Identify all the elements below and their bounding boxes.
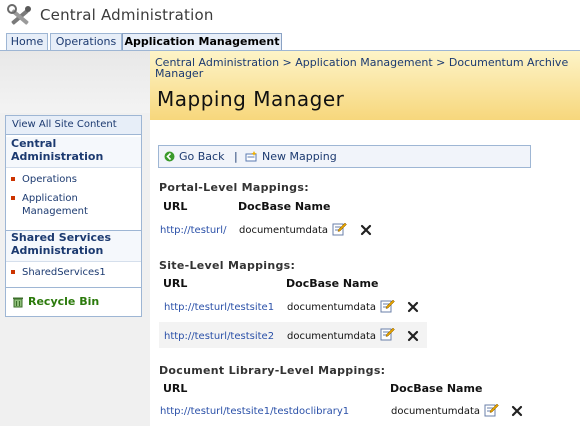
nav-heading-line: Shared Services: [11, 231, 112, 244]
delete-icon[interactable]: [407, 301, 419, 313]
recycle-bin-icon: [13, 297, 23, 308]
portal-col-url: URL: [163, 200, 188, 213]
portal-col-docbase: DocBase Name: [238, 200, 331, 213]
edit-icon[interactable]: [332, 222, 347, 236]
site-row-url-link[interactable]: http://testurl/testsite1: [164, 302, 274, 313]
doclib-col-url: URL: [163, 382, 188, 395]
edit-icon[interactable]: [484, 403, 499, 417]
nav-heading-central-administration[interactable]: Central Administration: [6, 137, 141, 168]
quick-launch: View All Site Content Central Administra…: [5, 115, 142, 317]
site-section-title: Site-Level Mappings:: [159, 259, 296, 272]
portal-row-url-link[interactable]: http://testurl/: [160, 225, 226, 236]
tab-home[interactable]: Home: [6, 33, 48, 50]
portal-row-docbase: documentumdata: [239, 225, 329, 236]
nav-heading-line: Administration: [11, 244, 104, 257]
tab-operations[interactable]: Operations: [50, 33, 122, 50]
bullet-icon: [11, 270, 15, 274]
breadcrumb[interactable]: Central Administration > Application Man…: [155, 57, 575, 79]
nav-item-label: Operations: [22, 174, 77, 185]
recycle-bin-label: Recycle Bin: [28, 295, 100, 308]
tab-bar: Home Operations Application Management: [0, 33, 580, 51]
bullet-icon: [11, 196, 15, 200]
go-back-icon[interactable]: [164, 151, 175, 162]
site-row-url-link[interactable]: http://testurl/testsite2: [164, 331, 274, 342]
tools-icon: [7, 4, 31, 25]
nav-heading-line: Administration: [11, 150, 104, 163]
nav-item-label: Management: [22, 206, 88, 217]
toolbar: Go Back | New Mapping: [158, 145, 531, 168]
delete-icon[interactable]: [511, 405, 523, 417]
view-all-site-content-link[interactable]: View All Site Content: [6, 116, 141, 135]
app-title: Central Administration: [40, 6, 214, 24]
header: Central Administration: [0, 0, 580, 33]
nav-item-label: SharedServices1: [22, 267, 106, 278]
new-mapping-button[interactable]: New Mapping: [262, 146, 337, 167]
site-row-docbase: documentumdata: [287, 331, 377, 342]
portal-section-title: Portal-Level Mappings:: [159, 181, 309, 194]
edit-icon[interactable]: [380, 299, 395, 313]
recycle-bin-link[interactable]: Recycle Bin: [6, 287, 141, 316]
page-title: Mapping Manager: [157, 87, 345, 111]
nav-heading-line: Central: [11, 137, 57, 150]
breadcrumb-line[interactable]: Central Administration > Application Man…: [155, 57, 575, 68]
toolbar-separator: |: [234, 150, 238, 163]
bullet-icon: [11, 177, 15, 181]
left-nav-top: [0, 51, 150, 113]
nav-item-application-management[interactable]: Application Management: [11, 192, 139, 218]
site-row-docbase: documentumdata: [287, 302, 377, 313]
breadcrumb-line[interactable]: Manager: [155, 68, 575, 79]
doclib-row-docbase: documentumdata: [391, 406, 481, 417]
doclib-section-title: Document Library-Level Mappings:: [159, 364, 386, 377]
nav-item-label: Application: [22, 193, 78, 204]
delete-icon[interactable]: [407, 330, 419, 342]
doclib-col-docbase: DocBase Name: [390, 382, 483, 395]
nav-item-operations[interactable]: Operations: [11, 173, 139, 186]
site-col-docbase: DocBase Name: [286, 277, 379, 290]
doclib-row-url-link[interactable]: http://testurl/testsite1/testdoclibrary1: [160, 406, 349, 417]
nav-heading-shared-services[interactable]: Shared Services Administration: [6, 230, 141, 262]
edit-icon[interactable]: [380, 327, 395, 341]
nav-item-sharedservices1[interactable]: SharedServices1: [11, 266, 139, 279]
go-back-button[interactable]: Go Back: [179, 146, 224, 167]
site-col-url: URL: [163, 277, 188, 290]
tab-application-management[interactable]: Application Management: [122, 33, 282, 50]
new-item-icon[interactable]: [245, 151, 258, 162]
delete-icon[interactable]: [360, 224, 372, 236]
view-all-label: View All Site Content: [12, 119, 117, 130]
